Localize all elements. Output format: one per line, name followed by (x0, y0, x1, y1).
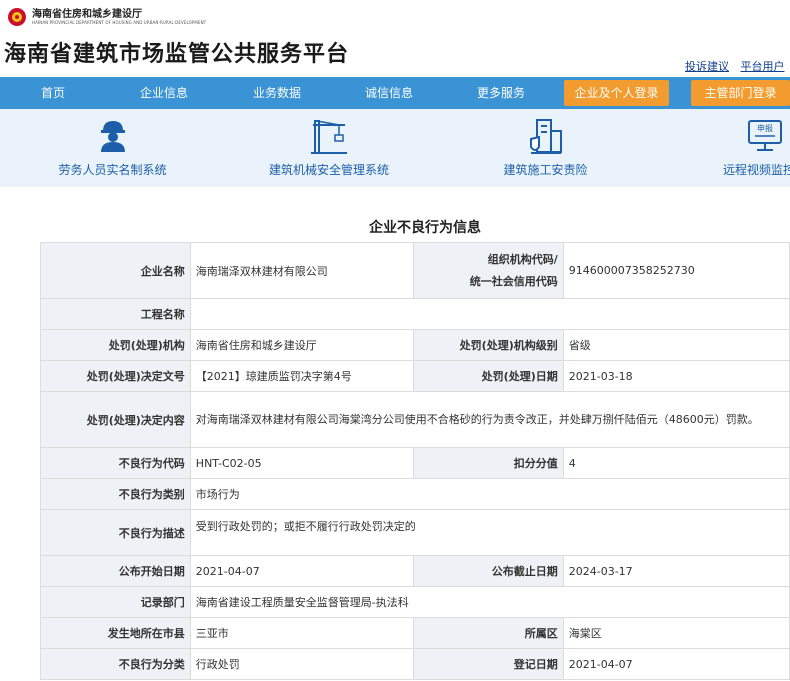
publish-end-value: 2024-03-17 (562, 555, 790, 587)
record-dept-label: 记录部门 (40, 586, 191, 618)
city-value: 三亚市 (189, 617, 414, 649)
table-row: 企业名称 海南瑞泽双林建材有限公司 组织机构代码/ 统一社会信用代码 91460… (40, 242, 790, 299)
table-row: 不良行为分类 行政处罚 登记日期 2021-04-07 (40, 648, 790, 680)
project-value (189, 298, 790, 330)
agency-value: 海南省住房和城乡建设厅 (189, 329, 414, 361)
district-label: 所属区 (412, 617, 564, 649)
publish-start-label: 公布开始日期 (40, 555, 191, 587)
nav-home[interactable]: 首页 (13, 77, 93, 109)
monitor-icon: 申报 (748, 120, 782, 151)
table-row: 不良行为代码 HNT-C02-05 扣分分值 4 (40, 447, 790, 479)
system-label: 建筑施工安责险 (503, 163, 588, 177)
reg-date-label: 登记日期 (412, 648, 564, 680)
department-name-en: HAINAN PROVINCIAL DEPARTMENT OF HOUSING … (32, 20, 207, 25)
table-row: 记录部门 海南省建设工程质量安全监督管理局-执法科 (40, 586, 790, 618)
city-label: 发生地所在市县 (40, 617, 191, 649)
score-label: 扣分分值 (412, 447, 564, 479)
table-row: 处罚(处理)机构 海南省住房和城乡建设厅 处罚(处理)机构级别 省级 (40, 329, 790, 361)
district-value: 海棠区 (562, 617, 790, 649)
agency-level-value: 省级 (562, 329, 790, 361)
insurance-icon (529, 119, 562, 154)
publish-end-label: 公布截止日期 (412, 555, 564, 587)
bad-behavior-table: 企业名称 海南瑞泽双林建材有限公司 组织机构代码/ 统一社会信用代码 91460… (40, 242, 790, 680)
system-machinery-safety[interactable]: 建筑机械安全管理系统 (254, 109, 404, 187)
authority-login-button[interactable]: 主管部门登录 (691, 80, 790, 106)
decision-content-label: 处罚(处理)决定内容 (40, 391, 191, 448)
system-links: 劳务人员实名制系统 建筑机械安全管理系统 建筑施工安责险 申报 远程视频监控 (0, 109, 790, 187)
system-label: 建筑机械安全管理系统 (268, 163, 389, 177)
department-logo[interactable]: 海南省住房和城乡建设厅 HAINAN PROVINCIAL DEPARTMENT… (8, 8, 206, 26)
decision-date-value: 2021-03-18 (562, 360, 790, 392)
decision-date-label: 处罚(处理)日期 (412, 360, 564, 392)
section-title: 企业不良行为信息 (369, 220, 481, 236)
behavior-code-label: 不良行为代码 (40, 447, 191, 479)
system-label: 劳务人员实名制系统 (58, 163, 167, 177)
table-row: 发生地所在市县 三亚市 所属区 海棠区 (40, 617, 790, 649)
doc-no-label: 处罚(处理)决定文号 (40, 360, 191, 392)
top-links: 投诉建议 平台用户 (685, 58, 790, 74)
publish-start-value: 2021-04-07 (189, 555, 414, 587)
table-row: 工程名称 (40, 298, 790, 330)
system-construction-insurance[interactable]: 建筑施工安责险 (488, 109, 603, 187)
table-row: 处罚(处理)决定内容 对海南瑞泽双林建材有限公司海棠湾分公司使用不合格砂的行为责… (40, 391, 790, 448)
worker-icon (100, 121, 125, 152)
score-value: 4 (562, 447, 790, 479)
nav-credit-info[interactable]: 诚信信息 (349, 77, 429, 109)
crane-icon (311, 120, 347, 154)
national-emblem-icon (8, 8, 26, 26)
decision-content-value: 对海南瑞泽双林建材有限公司海棠湾分公司使用不合格砂的行为责令改正，并处肆万捌仟陆… (189, 391, 790, 448)
behavior-category-label: 不良行为类别 (40, 478, 191, 510)
system-label: 远程视频监控申 (722, 163, 790, 177)
project-label: 工程名称 (40, 298, 191, 330)
behavior-desc-value: 受到行政处罚的；或拒不履行行政处罚决定的 (189, 509, 790, 556)
nav-enterprise-info[interactable]: 企业信息 (124, 77, 204, 109)
behavior-code-value: HNT-C02-05 (189, 447, 414, 479)
nav-more-services[interactable]: 更多服务 (461, 77, 541, 109)
complaint-link[interactable]: 投诉建议 (685, 60, 729, 73)
table-row: 处罚(处理)决定文号 【2021】琼建质监罚决字第4号 处罚(处理)日期 202… (40, 360, 790, 392)
org-code-label-line2: 统一社会信用代码 (469, 274, 558, 288)
table-row: 不良行为描述 受到行政处罚的；或拒不履行行政处罚决定的 (40, 509, 790, 556)
table-row: 公布开始日期 2021-04-07 公布截止日期 2024-03-17 (40, 555, 790, 587)
main-nav: 首页 企业信息 业务数据 诚信信息 更多服务 企业及个人登录 主管部门登录 (0, 77, 790, 109)
behavior-class-label: 不良行为分类 (40, 648, 191, 680)
org-code-label-line1: 组织机构代码/ (487, 252, 558, 266)
record-dept-value: 海南省建设工程质量安全监督管理局-执法科 (189, 586, 790, 618)
behavior-class-value: 行政处罚 (189, 648, 414, 680)
department-name: 海南省住房和城乡建设厅 HAINAN PROVINCIAL DEPARTMENT… (32, 9, 206, 25)
behavior-category-value: 市场行为 (189, 478, 790, 510)
system-remote-video[interactable]: 申报 远程视频监控申 (705, 109, 790, 187)
company-name-label: 企业名称 (40, 242, 191, 299)
agency-level-label: 处罚(处理)机构级别 (412, 329, 564, 361)
org-code-label: 组织机构代码/ 统一社会信用代码 (412, 242, 564, 299)
platform-user-link[interactable]: 平台用户 (741, 60, 785, 73)
department-name-cn: 海南省住房和城乡建设厅 (32, 9, 142, 20)
agency-label: 处罚(处理)机构 (40, 329, 191, 361)
site-title: 海南省建筑市场监管公共服务平台 (4, 42, 350, 67)
header: 海南省住房和城乡建设厅 HAINAN PROVINCIAL DEPARTMENT… (0, 0, 790, 77)
reg-date-value: 2021-04-07 (562, 648, 790, 680)
org-code-value: 914600007358252730 (562, 242, 790, 299)
company-name-value: 海南瑞泽双林建材有限公司 (189, 242, 414, 299)
system-labor-realname[interactable]: 劳务人员实名制系统 (40, 109, 185, 187)
behavior-desc-label: 不良行为描述 (40, 509, 191, 556)
personal-login-button[interactable]: 企业及个人登录 (564, 80, 669, 106)
table-row: 不良行为类别 市场行为 (40, 478, 790, 510)
nav-business-data[interactable]: 业务数据 (237, 77, 317, 109)
svg-text:申报: 申报 (757, 123, 773, 133)
doc-no-value: 【2021】琼建质监罚决字第4号 (189, 360, 414, 392)
